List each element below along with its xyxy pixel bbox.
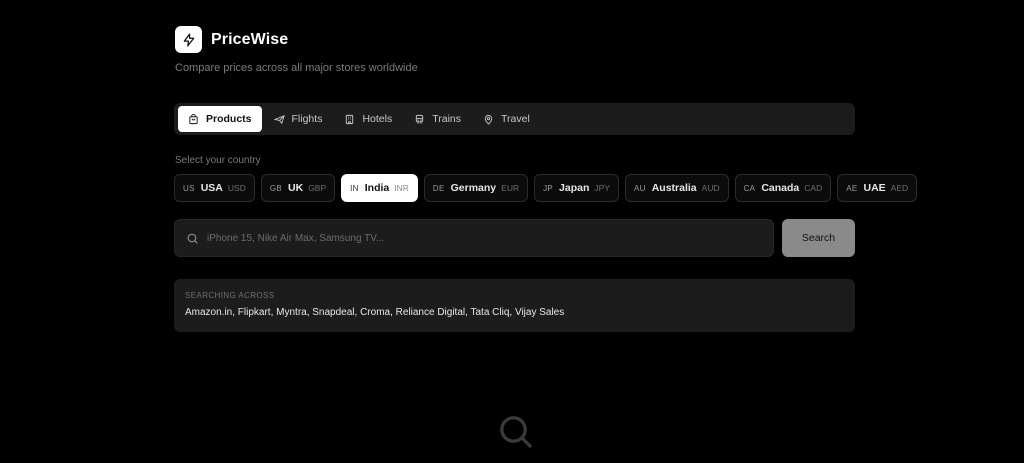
stores-panel: Searching across Amazon.in, Flipkart, My… (174, 279, 855, 332)
country-chip-in[interactable]: IN India INR (341, 174, 418, 202)
country-currency: GBP (308, 183, 327, 193)
country-code: AE (846, 183, 858, 193)
tab-trains[interactable]: Trains (404, 106, 471, 132)
country-name: Australia (651, 182, 697, 194)
country-chip-de[interactable]: DE Germany EUR (423, 174, 529, 202)
country-name: Japan (559, 182, 590, 194)
search-box (174, 219, 774, 257)
plane-icon (273, 114, 285, 124)
lightning-bolt-icon (175, 26, 202, 53)
search-input[interactable] (207, 232, 747, 244)
country-name: USA (200, 182, 223, 194)
train-icon (416, 114, 424, 124)
country-code: GB (269, 183, 283, 193)
country-name: Germany (450, 182, 497, 194)
tab-hotels[interactable]: Hotels (334, 106, 402, 132)
stores-title: Searching across (185, 291, 275, 300)
search-icon (496, 412, 536, 457)
country-chip-jp[interactable]: JP Japan JPY (534, 174, 619, 202)
app-name: PriceWise (211, 30, 289, 48)
country-selector: US USA USD GB UK GBP IN India INR DE Ger… (174, 174, 918, 202)
category-tabs: Products Flights Hotels Trains Travel (174, 103, 855, 135)
search-button[interactable]: Search (782, 219, 855, 257)
shopping-bag-icon (189, 113, 198, 124)
country-currency: EUR (501, 183, 520, 193)
country-name: UAE (863, 182, 886, 194)
country-name: Canada (761, 182, 800, 194)
country-label: Select your country (175, 155, 261, 166)
country-code: US (183, 183, 195, 193)
tab-label: Products (206, 113, 252, 125)
tagline: Compare prices across all major stores w… (175, 62, 418, 74)
country-name: India (364, 182, 390, 194)
country-name: UK (288, 182, 304, 194)
tab-label: Trains (432, 113, 462, 125)
country-code: IN (350, 183, 359, 193)
tab-label: Hotels (362, 113, 393, 125)
map-pin-icon (484, 114, 493, 125)
country-code: DE (432, 183, 445, 193)
brand: PriceWise (175, 26, 288, 53)
tab-travel[interactable]: Travel (473, 106, 540, 132)
tab-label: Flights (291, 113, 323, 125)
country-currency: AUD (701, 183, 720, 193)
country-chip-ca[interactable]: CA Canada CAD (734, 174, 832, 202)
building-icon (346, 114, 354, 124)
country-code: CA (743, 183, 756, 193)
country-currency: AED (890, 183, 909, 193)
country-chip-us[interactable]: US USA USD (174, 174, 255, 202)
tab-flights[interactable]: Flights (264, 106, 333, 132)
tab-label: Travel (501, 113, 530, 125)
country-currency: JPY (594, 183, 610, 193)
country-currency: CAD (804, 183, 823, 193)
country-currency: USD (227, 183, 246, 193)
country-chip-gb[interactable]: GB UK GBP (260, 174, 336, 202)
country-code: JP (543, 183, 554, 193)
country-chip-au[interactable]: AU Australia AUD (625, 174, 729, 202)
country-currency: INR (394, 183, 409, 193)
country-chip-ae[interactable]: AE UAE AED (837, 174, 918, 202)
country-code: AU (634, 183, 646, 193)
stores-list: Amazon.in, Flipkart, Myntra, Snapdeal, C… (185, 307, 565, 318)
tab-products[interactable]: Products (178, 106, 262, 132)
search-icon (187, 233, 198, 244)
